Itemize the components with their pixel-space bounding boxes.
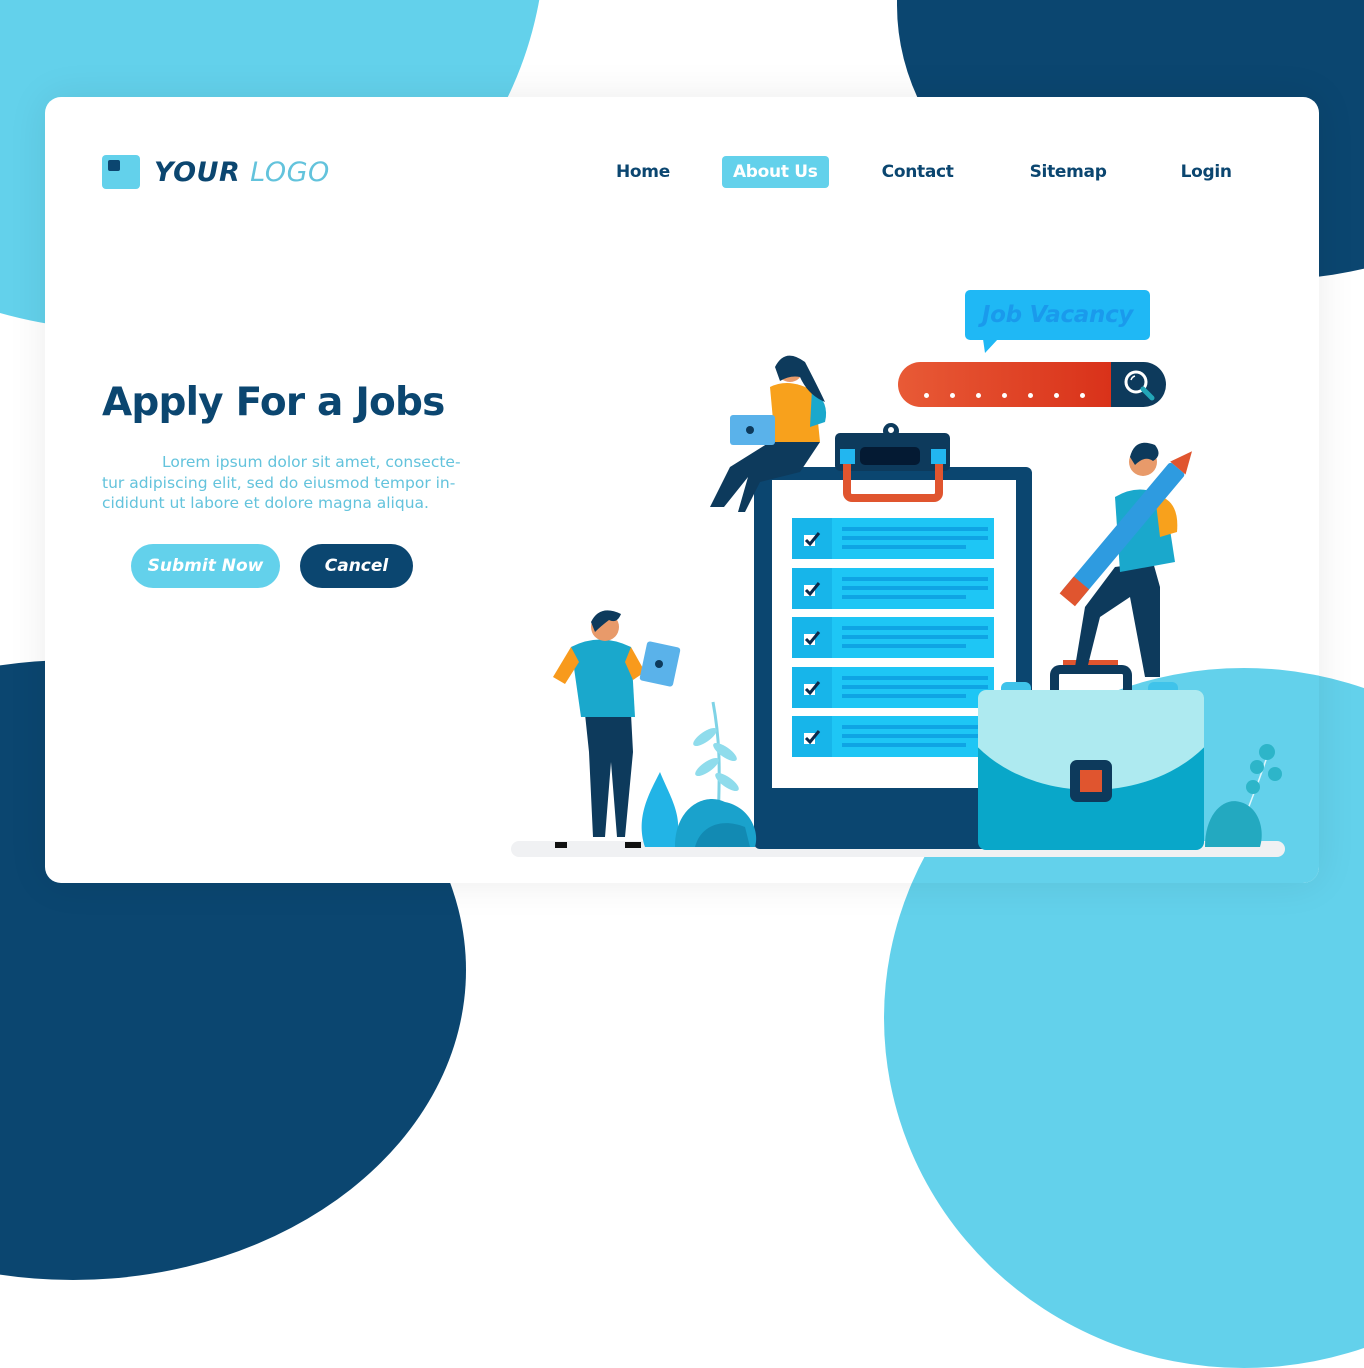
- speech-bubble-text: Job Vacancy: [981, 302, 1134, 328]
- job-search-bar[interactable]: [898, 362, 1166, 407]
- clipboard-cap-right: [931, 449, 946, 464]
- search-button[interactable]: [1111, 362, 1166, 407]
- checkbox-checked-icon: [804, 581, 821, 596]
- checklist-item: [792, 716, 994, 757]
- checklist-item: [792, 518, 994, 559]
- search-input[interactable]: [898, 362, 1111, 407]
- checklist-item: [792, 667, 994, 708]
- plant-right-icon: [1205, 744, 1282, 848]
- briefcase-lock-icon: [1070, 760, 1112, 802]
- checklist-item: [792, 617, 994, 658]
- person-with-laptop: [710, 355, 827, 512]
- clipboard-handle: [843, 452, 943, 502]
- checkbox-checked-icon: [804, 531, 821, 546]
- clipboard-cap-left: [840, 449, 855, 464]
- speech-bubble: Job Vacancy: [965, 290, 1150, 353]
- person-with-pencil: [1059, 442, 1192, 677]
- checklist-item: [792, 568, 994, 609]
- magnifier-icon: [1124, 370, 1154, 400]
- landing-page-card: YOUR LOGO Home About Us Contact Sitemap …: [45, 97, 1319, 883]
- checkbox-checked-icon: [804, 630, 821, 645]
- job-application-illustration: Job Vacancy: [45, 97, 1319, 883]
- person-with-tablet: [553, 610, 681, 848]
- briefcase: [978, 690, 1204, 850]
- checkbox-checked-icon: [804, 729, 821, 744]
- checkbox-checked-icon: [804, 680, 821, 695]
